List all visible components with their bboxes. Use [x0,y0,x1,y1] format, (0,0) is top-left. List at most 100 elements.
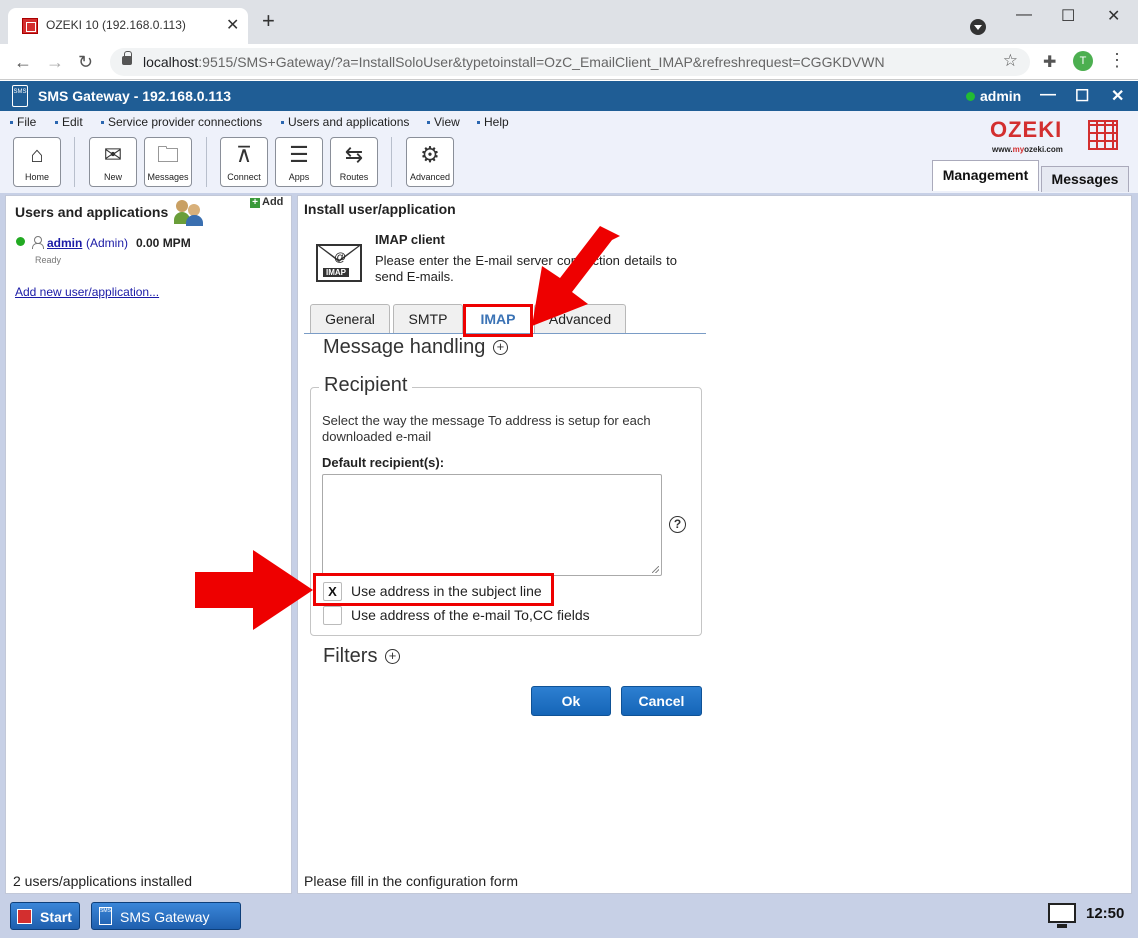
app-maximize-icon[interactable]: ☐ [1075,86,1089,106]
ozeki-grid-icon [1088,120,1118,150]
install-panel: Install user/application @ IMAP IMAP clie… [297,195,1132,894]
gear-icon: ⚙ [420,142,440,167]
message-handling-section[interactable]: Message handling + [323,336,508,359]
default-recipients-input[interactable] [322,474,662,576]
arrow-to-checkbox-icon [195,550,313,630]
tab-messages[interactable]: Messages [1041,166,1129,192]
toolbar-separator [206,137,207,187]
menu-help[interactable]: Help [477,115,509,129]
recipient-legend: Recipient [319,374,413,397]
users-panel: Users and applications + Add admin (Admin… [5,195,292,894]
app-title-bar: SMS SMS Gateway - 192.168.0.113 admin — … [0,81,1138,111]
online-status-dot [966,92,975,101]
use-tocc-address-checkbox[interactable] [323,606,342,625]
default-recipients-label: Default recipient(s): [322,455,445,470]
tab-smtp[interactable]: SMTP [393,304,463,334]
arrow-to-imap-tab-icon [532,226,620,326]
home-button[interactable]: ⌂ Home [13,137,61,187]
users-panel-status: 2 users/applications installed [13,873,192,889]
install-panel-status: Please fill in the configuration form [304,873,518,889]
expand-plus-icon: + [492,340,508,356]
taskbar: Start SMS SMS Gateway 12:50 [0,899,1138,938]
email-envelope-icon: @ IMAP [316,244,362,282]
apps-button[interactable]: ☰ Apps [275,137,323,187]
browser-toolbar: ← → ↻ localhost:9515/SMS+Gateway/?a=Inst… [0,44,1138,80]
messages-button[interactable]: 🗀 Messages [144,137,192,187]
connect-button[interactable]: ⊼ Connect [220,137,268,187]
tab-management[interactable]: Management [932,160,1039,191]
ozeki-favicon-icon [22,18,38,34]
tab-general[interactable]: General [310,304,390,334]
user-rate: 0.00 MPM [136,236,191,250]
url-text[interactable]: localhost:9515/SMS+Gateway/?a=InstallSol… [143,54,885,70]
folder-icon: 🗀 [156,142,179,167]
app-name: IMAP client [375,232,445,247]
profile-avatar[interactable]: T [1073,51,1093,71]
users-panel-title: Users and applications [15,204,169,220]
back-arrow-icon[interactable]: ← [14,52,32,73]
ozeki-logo: OZEKI www.myozeki.com [990,117,1118,154]
app-close-icon[interactable]: ✕ [1111,86,1124,106]
browser-tab[interactable]: OZEKI 10 (192.168.0.113) ✕ [8,8,248,44]
new-button[interactable]: ✉ New [89,137,137,187]
forward-arrow-icon[interactable]: → [46,52,64,73]
sms-phone-icon: SMS [12,85,28,107]
use-tocc-address-label[interactable]: Use address of the e-mail To,CC fields [351,607,590,623]
minimize-window-icon[interactable]: — [1016,6,1032,24]
imap-form: Message handling + Recipient Select the … [305,334,706,684]
lock-icon [122,51,132,65]
address-bar[interactable]: localhost:9515/SMS+Gateway/?a=InstallSol… [110,48,1030,76]
maximize-window-icon[interactable]: ☐ [1061,6,1075,26]
menu-users-and-applications[interactable]: Users and applications [281,115,409,129]
tab-search-icon[interactable] [970,19,986,35]
recipient-help-text: Select the way the message To address is… [322,413,651,444]
install-panel-title: Install user/application [304,201,456,217]
reload-icon[interactable]: ↻ [78,52,93,73]
routes-button[interactable]: ⇆ Routes [330,137,378,187]
browser-menu-icon[interactable]: ⋮ [1108,50,1126,71]
add-new-user-link[interactable]: Add new user/application... [15,285,159,299]
app-title: SMS Gateway - 192.168.0.113 [38,88,232,104]
menu-file[interactable]: File [10,115,36,129]
add-plus-icon: + [250,198,260,208]
app-minimize-icon[interactable]: — [1040,86,1056,104]
close-tab-icon[interactable]: ✕ [226,15,239,35]
home-icon: ⌂ [30,142,44,167]
expand-plus-icon: + [385,649,401,665]
antenna-icon: ⊼ [235,142,253,167]
clock: 12:50 [1086,905,1125,922]
close-window-icon[interactable]: ✕ [1107,6,1120,26]
toolbar-separator [391,137,392,187]
user-state: Ready [35,255,62,265]
new-tab-icon[interactable]: + [262,10,275,32]
user-name-link[interactable]: admin [47,236,82,250]
database-icon: ☰ [289,142,309,167]
advanced-button[interactable]: ⚙ Advanced [406,137,454,187]
user-online-dot [16,237,25,246]
sms-phone-icon: SMS [99,907,112,925]
start-grid-icon [17,909,32,924]
bookmark-star-icon[interactable]: ☆ [1003,51,1018,71]
extensions-puzzle-icon[interactable]: ✚ [1043,52,1056,72]
toolbar-separator [74,137,75,187]
menu-service-provider-connections[interactable]: Service provider connections [101,115,262,129]
users-group-icon [174,198,204,226]
new-message-icon: ✉ [103,142,123,167]
signpost-icon: ⇆ [344,142,364,167]
start-button[interactable]: Start [10,902,80,930]
menu-view[interactable]: View [427,115,460,129]
user-role: (Admin) [86,236,129,250]
ozeki-logo-url: www.myozeki.com [992,145,1063,154]
checkbox-highlight [313,573,554,606]
ok-button[interactable]: Ok [531,686,611,716]
monitor-icon[interactable] [1048,903,1076,928]
browser-tab-strip: OZEKI 10 (192.168.0.113) ✕ + — ☐ ✕ [0,0,1138,44]
logged-in-user[interactable]: admin [980,88,1021,104]
help-question-icon[interactable]: ? [669,516,686,533]
sms-gateway-task-button[interactable]: SMS SMS Gateway [91,902,241,930]
filters-section[interactable]: Filters + [323,645,401,668]
cancel-button[interactable]: Cancel [621,686,702,716]
menu-edit[interactable]: Edit [55,115,83,129]
user-icon [31,236,44,249]
add-user-button[interactable]: + Add [250,196,283,208]
